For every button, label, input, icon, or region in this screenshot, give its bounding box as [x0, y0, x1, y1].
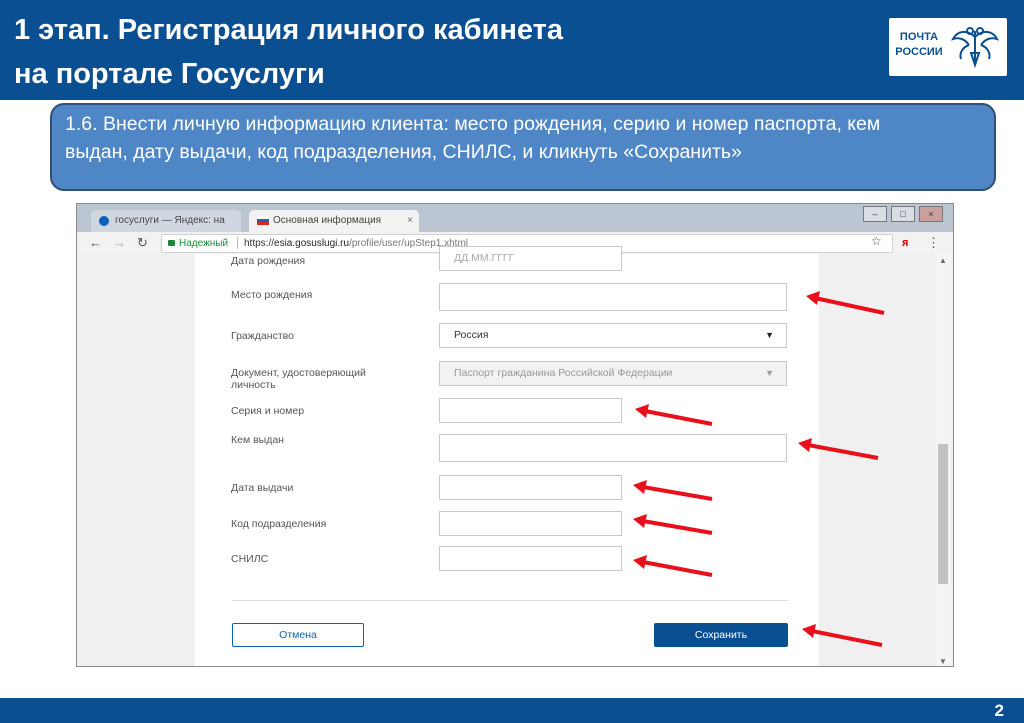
russia-flag-icon [257, 216, 269, 225]
logo-text: ПОЧТА РОССИИ [895, 30, 943, 60]
minimize-button[interactable]: – [863, 206, 887, 222]
browser-window: госуслуги — Яндекс: на Основная информац… [76, 203, 954, 667]
url-scheme: https:// [244, 238, 275, 249]
issued-by-label: Кем выдан [231, 434, 284, 446]
citizenship-value: Россия [454, 329, 489, 341]
instruction-text: 1.6. Внести личную информацию клиента: м… [65, 113, 881, 163]
scroll-up-icon[interactable]: ▲ [939, 256, 947, 265]
page-number: 2 [994, 701, 1004, 720]
document-select: Паспорт гражданина Российской Федерации … [439, 361, 787, 386]
instruction-callout: 1.6. Внести личную информацию клиента: м… [50, 103, 996, 191]
birth-date-label: Дата рождения [231, 255, 306, 267]
slide-title-line-1: 1 этап. Регистрация личного кабинета [14, 14, 564, 46]
slide-title-line-2: на портале Госуслуги [14, 58, 325, 90]
document-label: Документ, удостоверяющий личность [231, 367, 366, 391]
url-text: https://esia.gosuslugi.ru/profile/user/u… [244, 235, 468, 252]
close-window-button[interactable]: × [919, 206, 943, 222]
yandex-favicon-icon [99, 216, 109, 226]
document-label-line-1: Документ, удостоверяющий [231, 367, 366, 379]
russian-post-logo: ПОЧТА РОССИИ [889, 18, 1007, 76]
url-domain: esia.gosuslugi.ru [274, 238, 350, 249]
reload-icon[interactable]: ↻ [137, 234, 148, 252]
form-divider [232, 600, 788, 601]
slide-title: 1 этап. Регистрация личного кабинета на … [14, 8, 854, 96]
division-code-label: Код подразделения [231, 518, 327, 530]
tab-basic-info[interactable]: Основная информация × [249, 210, 419, 232]
logo-text-line-2: РОССИИ [895, 46, 943, 58]
caret-down-icon: ▼ [765, 330, 774, 340]
document-label-line-2: личность [231, 379, 276, 391]
page-area: Дата рождения ДД.ММ.ГГГГ Место рождения … [77, 246, 953, 666]
scroll-down-icon[interactable]: ▼ [939, 657, 947, 666]
tab-yandex[interactable]: госуслуги — Яндекс: на [91, 210, 241, 232]
snils-field[interactable] [439, 546, 622, 571]
slide-header: 1 этап. Регистрация личного кабинета на … [0, 0, 1024, 100]
issued-by-field[interactable] [439, 434, 787, 462]
cancel-button[interactable]: Отмена [232, 623, 364, 647]
series-number-field[interactable] [439, 398, 622, 423]
window-controls: – □ × [863, 206, 943, 222]
yandex-extension-icon[interactable]: я [902, 234, 908, 252]
issue-date-field[interactable] [439, 475, 622, 500]
birth-place-label: Место рождения [231, 289, 313, 301]
bookmark-star-icon[interactable]: ☆ [871, 234, 882, 248]
maximize-button[interactable]: □ [891, 206, 915, 222]
url-separator [237, 237, 238, 249]
citizenship-label: Гражданство [231, 330, 294, 342]
slide-footer: 2 [0, 698, 1024, 723]
document-value: Паспорт гражданина Российской Федерации [454, 367, 673, 379]
lock-icon [168, 240, 175, 246]
birth-place-field[interactable] [439, 283, 787, 311]
scrollbar[interactable]: ▲ ▼ [935, 254, 951, 666]
division-code-field[interactable] [439, 511, 622, 536]
series-number-label: Серия и номер [231, 405, 305, 417]
snils-label: СНИЛС [231, 553, 269, 565]
eagle-emblem-icon [951, 27, 999, 69]
tab-label: госуслуги — Яндекс: на [115, 215, 225, 226]
profile-form-panel: Дата рождения ДД.ММ.ГГГГ Место рождения … [195, 246, 819, 666]
close-icon[interactable]: × [407, 210, 413, 232]
save-button[interactable]: Сохранить [654, 623, 788, 647]
tab-label: Основная информация [273, 215, 382, 226]
caret-down-icon: ▼ [765, 368, 774, 378]
citizenship-select[interactable]: Россия ▼ [439, 323, 787, 348]
issue-date-label: Дата выдачи [231, 482, 294, 494]
birth-date-field[interactable]: ДД.ММ.ГГГГ [439, 246, 622, 271]
logo-text-line-1: ПОЧТА [899, 31, 939, 43]
secure-label: Надежный [179, 238, 229, 249]
scroll-thumb[interactable] [938, 444, 948, 584]
back-arrow-icon[interactable]: ← [89, 234, 102, 252]
forward-arrow-icon[interactable]: → [113, 234, 126, 252]
menu-dots-icon[interactable]: ⋮ [927, 234, 940, 252]
browser-tab-bar: госуслуги — Яндекс: на Основная информац… [77, 204, 953, 232]
